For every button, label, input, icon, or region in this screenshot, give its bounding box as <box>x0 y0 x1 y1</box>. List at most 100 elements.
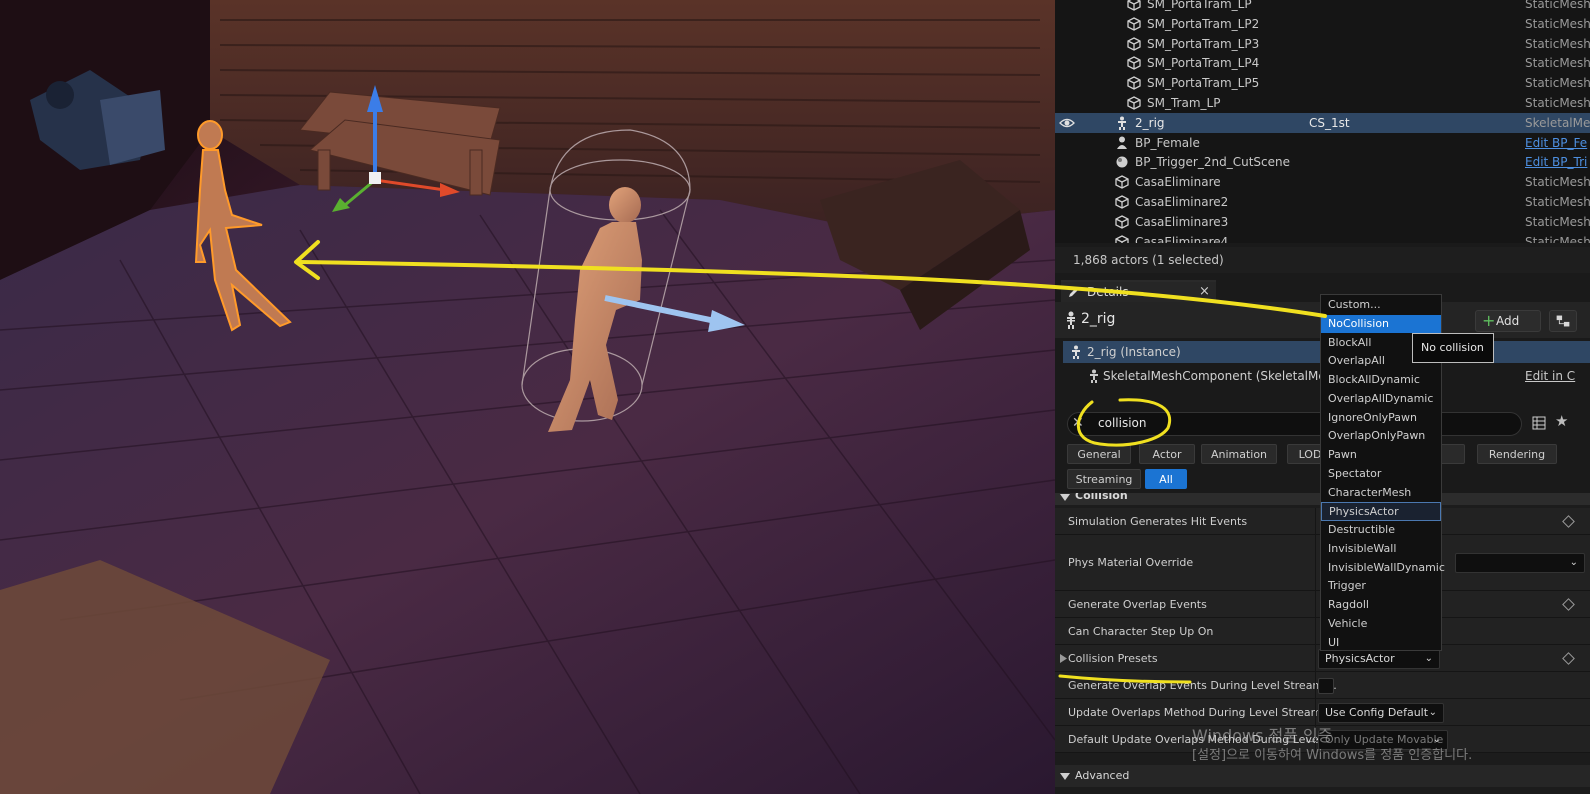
category-advanced-label: Advanced <box>1075 769 1130 782</box>
outliner-row-name: CasaEliminare3 <box>1135 214 1229 229</box>
outliner-row-name: SM_PortaTram_LP2 <box>1147 16 1260 31</box>
property-label: Collision Presets <box>1068 652 1158 665</box>
tab-details[interactable]: Details × <box>1061 280 1216 302</box>
keyframe-diamond-icon[interactable] <box>1562 515 1575 528</box>
outliner-row-type: StaticMesh <box>1525 76 1590 91</box>
keyframe-diamond-icon[interactable] <box>1562 598 1575 611</box>
blueprint-button[interactable] <box>1549 310 1577 332</box>
static-mesh-icon <box>1127 56 1141 71</box>
property-label: Simulation Generates Hit Events <box>1068 515 1248 528</box>
component-instance-label: 2_rig (Instance) <box>1087 345 1181 359</box>
outliner-row-type: StaticMesh <box>1525 36 1590 51</box>
property-combo[interactable]: Use Config Default ⌄ <box>1318 703 1444 723</box>
dropdown-item[interactable]: Vehicle <box>1321 615 1441 634</box>
outliner-row[interactable]: BP_Female Edit BP_Fe <box>1055 133 1590 153</box>
dropdown-item[interactable]: UI <box>1321 634 1441 653</box>
property-combo-value: Use Config Default <box>1325 706 1429 719</box>
category-collision-label: Collision <box>1075 493 1128 502</box>
outliner-row-type: StaticMesh <box>1525 96 1590 110</box>
actor-name: 2_rig <box>1081 311 1116 327</box>
dropdown-item[interactable]: Destructible <box>1321 521 1441 540</box>
property-row: Generate Overlap Events During Level Str… <box>1055 672 1590 699</box>
dropdown-item[interactable]: InvisibleWallDynamic <box>1321 559 1445 578</box>
outliner-row-type[interactable]: Edit BP_Fe <box>1525 133 1587 153</box>
dropdown-item[interactable]: Pawn <box>1321 446 1441 465</box>
filter-streaming[interactable]: Streaming <box>1067 469 1141 489</box>
property-checkbox[interactable] <box>1318 678 1334 694</box>
filter-animation[interactable]: Animation <box>1201 444 1277 464</box>
outliner-row[interactable]: SM_PortaTram_LP StaticMesh <box>1055 0 1590 14</box>
add-component-button[interactable]: + Add <box>1475 310 1541 332</box>
filter-rendering[interactable]: Rendering <box>1477 444 1557 464</box>
pencil-icon <box>1069 287 1079 297</box>
eye-icon[interactable] <box>1059 116 1075 130</box>
keyframe-diamond-icon[interactable] <box>1562 652 1575 665</box>
chevron-down-icon: ⌄ <box>1428 707 1437 718</box>
dropdown-item[interactable]: InvisibleWall <box>1321 540 1441 559</box>
outliner-row-name: SM_Tram_LP <box>1147 96 1221 110</box>
dropdown-item[interactable]: IgnoreOnlyPawn <box>1321 409 1441 428</box>
outliner-row[interactable]: CasaEliminare3 StaticMesh <box>1055 212 1590 232</box>
outliner-row-type: StaticMesh <box>1525 234 1590 243</box>
outliner-row-name: CasaEliminare <box>1135 175 1221 190</box>
dropdown-item[interactable]: Trigger <box>1321 577 1441 596</box>
filter-general[interactable]: General <box>1067 444 1131 464</box>
property-label: Generate Overlap Events During Level Str… <box>1068 679 1337 692</box>
outliner-row[interactable]: SM_PortaTram_LP2 StaticMesh <box>1055 14 1590 34</box>
dropdown-item[interactable]: Custom... <box>1321 296 1441 315</box>
outliner-row-type: SkeletalMe <box>1525 115 1590 130</box>
outliner-row[interactable]: CasaEliminare StaticMesh <box>1055 172 1590 192</box>
outliner-row[interactable]: CasaEliminare4 StaticMesh <box>1055 232 1590 243</box>
edit-in-cpp-link[interactable]: Edit in C <box>1525 365 1575 387</box>
outliner-row-type: StaticMesh <box>1525 175 1590 190</box>
filter-all[interactable]: All <box>1145 469 1187 489</box>
dropdown-item[interactable]: BlockAllDynamic <box>1321 371 1441 390</box>
outliner-row-name: CasaEliminare2 <box>1135 195 1229 209</box>
outliner-row-name: SM_PortaTram_LP5 <box>1147 76 1260 91</box>
property-combo-value: PhysicsActor <box>1325 652 1395 665</box>
dropdown-item[interactable]: CharacterMesh <box>1321 484 1441 503</box>
outliner-row-name: BP_Trigger_2nd_CutScene <box>1135 155 1290 170</box>
phys-material-combo[interactable]: ⌄ <box>1455 553 1585 573</box>
dropdown-item[interactable]: OverlapAllDynamic <box>1321 390 1441 409</box>
outliner-row-name: SM_PortaTram_LP <box>1147 0 1252 11</box>
dropdown-item[interactable]: OverlapOnlyPawn <box>1321 427 1441 446</box>
details-search-input[interactable]: ✕ collision <box>1067 412 1522 436</box>
dropdown-item[interactable]: PhysicsActor <box>1321 502 1441 521</box>
clear-search-icon[interactable]: ✕ <box>1072 415 1084 431</box>
static-mesh-icon <box>1127 76 1141 90</box>
table-view-icon[interactable] <box>1532 416 1546 430</box>
outliner-row-type[interactable]: Edit BP_Tri <box>1525 152 1587 172</box>
dropdown-item[interactable]: NoCollision <box>1321 314 1441 334</box>
dropdown-item[interactable]: Ragdoll <box>1321 596 1441 615</box>
outliner-row-type: StaticMesh <box>1525 195 1590 209</box>
outliner-row[interactable]: SM_Tram_LP StaticMesh <box>1055 93 1590 113</box>
level-viewport[interactable] <box>0 0 1055 794</box>
actor-count: 1,868 actors (1 selected) <box>1055 247 1590 273</box>
outliner-row[interactable]: SM_PortaTram_LP5 StaticMesh <box>1055 73 1590 93</box>
outliner-row-name: CasaEliminare4 <box>1135 234 1229 243</box>
outliner-row[interactable]: CasaEliminare2 StaticMesh <box>1055 192 1590 212</box>
outliner-row[interactable]: 2_rig CS_1st SkeletalMe <box>1055 112 1590 133</box>
blueprint-trigger-icon <box>1115 155 1129 169</box>
collapse-arrow-icon <box>1060 494 1070 501</box>
property-label: Generate Overlap Events <box>1068 598 1207 611</box>
outliner-row-type: StaticMesh <box>1525 0 1590 11</box>
outliner-row[interactable]: SM_PortaTram_LP3 StaticMesh <box>1055 34 1590 54</box>
outliner-row[interactable]: SM_PortaTram_LP4 StaticMesh <box>1055 53 1590 73</box>
property-label: Can Character Step Up On <box>1068 625 1214 638</box>
star-icon[interactable]: ★ <box>1555 412 1568 430</box>
viewport-scene <box>0 0 1055 794</box>
dropdown-item[interactable]: Spectator <box>1321 465 1441 484</box>
world-outliner[interactable]: SM_PortaTram_LP StaticMesh SM_PortaTram_LP… <box>1055 0 1590 243</box>
filter-actor[interactable]: Actor <box>1139 444 1195 464</box>
collapse-arrow-icon <box>1060 773 1070 780</box>
property-label: Phys Material Override <box>1068 556 1194 569</box>
category-advanced[interactable]: Advanced <box>1055 765 1590 787</box>
static-mesh-icon <box>1115 195 1129 209</box>
outliner-row-type: StaticMesh <box>1525 56 1590 71</box>
outliner-row[interactable]: BP_Trigger_2nd_CutScene Edit BP_Tri <box>1055 152 1590 172</box>
windows-activation-watermark: Windows 정품 인증 [설정]으로 이동하여 Windows를 정품 인증… <box>1192 726 1472 766</box>
close-icon[interactable]: × <box>1199 282 1210 302</box>
expand-arrow-icon[interactable] <box>1060 654 1067 663</box>
